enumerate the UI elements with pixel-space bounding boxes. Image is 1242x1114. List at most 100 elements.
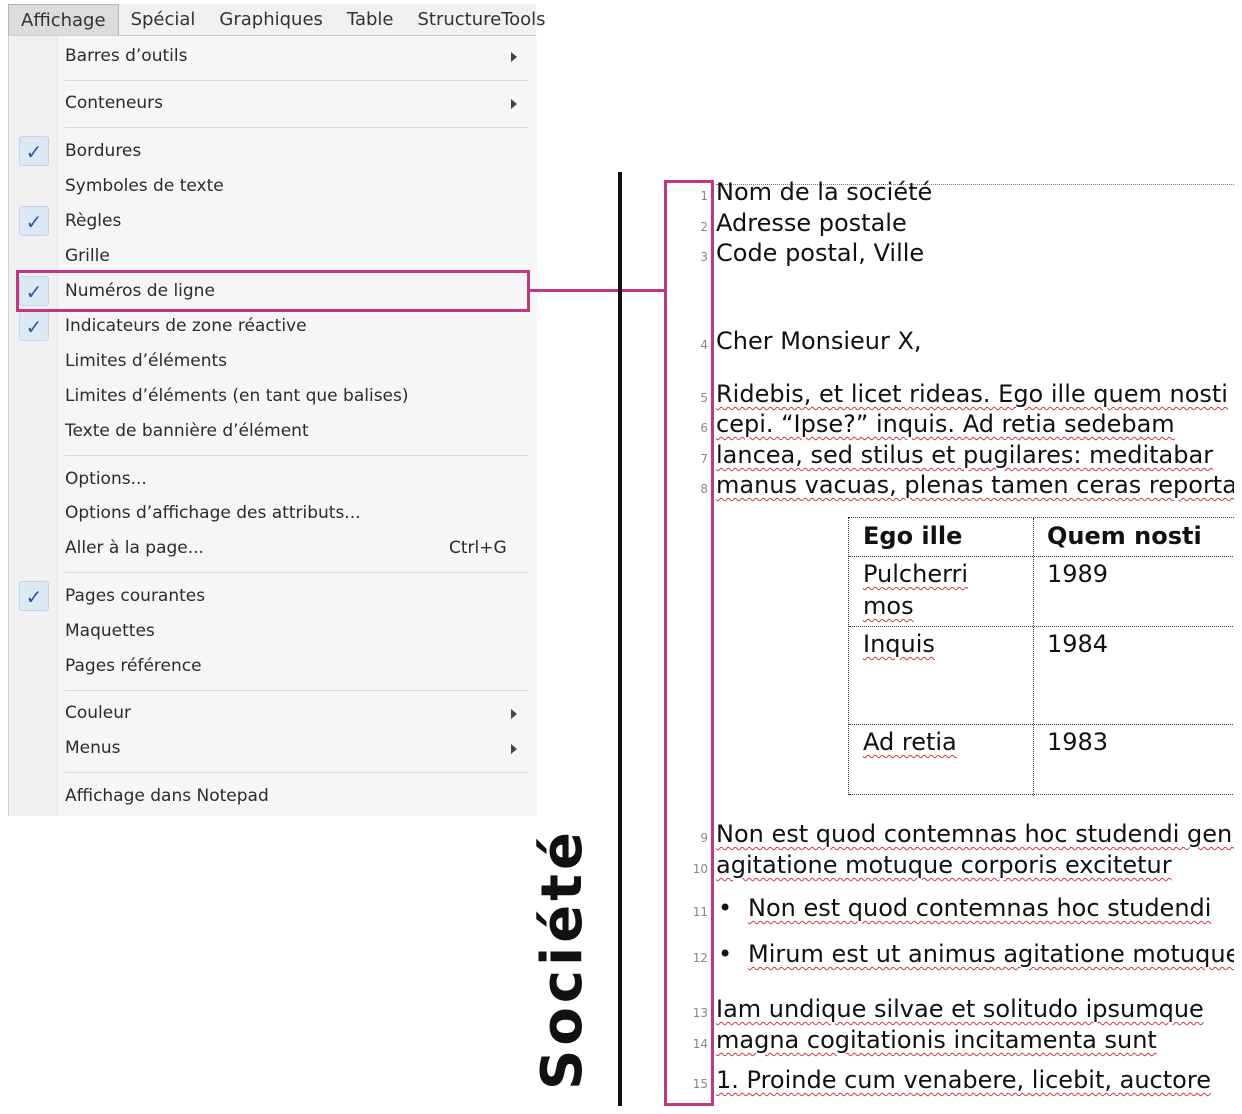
- menu-item-options-attributs[interactable]: Options d’affichage des attributs...: [9, 497, 537, 530]
- menu-item-maquettes[interactable]: Maquettes: [9, 615, 537, 648]
- menu-item-label: Aller à la page...: [65, 538, 204, 558]
- table-cell: mos: [863, 592, 914, 620]
- menu-table[interactable]: Table: [335, 4, 406, 35]
- menu-item-shortcut: Ctrl+G: [449, 538, 507, 558]
- table-cell: Pulcherri: [863, 560, 969, 588]
- bullet-icon: •: [718, 894, 733, 922]
- table-header-cell: Ego ille: [863, 522, 963, 550]
- menu-item-label: Options...: [65, 469, 147, 489]
- document-page[interactable]: 1 2 3 4 5 6 7 8 9 10 11 12 13 14 15 Nom …: [660, 172, 1234, 1114]
- callout-connector-line: [530, 289, 664, 292]
- numbered-item: 1. Proinde cum venabere, licebit, auctor…: [716, 1066, 1211, 1094]
- menu-item-bordures[interactable]: ✓ Bordures: [9, 135, 537, 168]
- menu-structuretools[interactable]: StructureTools: [405, 4, 557, 35]
- line-number: 7: [700, 452, 708, 466]
- line-number: 15: [692, 1077, 708, 1091]
- menu-item-aller-a-la-page[interactable]: Aller à la page... Ctrl+G: [9, 532, 537, 565]
- table-row-divider: [849, 556, 1234, 557]
- document-table[interactable]: Ego ille Quem nosti Pulcherri mos 1989 I…: [848, 517, 1234, 796]
- menu-item-texte-banniere[interactable]: Texte de bannière d’élément: [9, 415, 537, 448]
- menu-item-label: Pages référence: [65, 656, 202, 676]
- menu-item-label: Bordures: [65, 141, 142, 161]
- menu-item-couleur[interactable]: Couleur: [9, 697, 537, 730]
- submenu-arrow-icon: [511, 744, 517, 754]
- table-header-cell: Quem nosti: [1047, 522, 1202, 550]
- menu-item-label: Limites d’éléments: [65, 351, 228, 371]
- line-number: 8: [700, 482, 708, 496]
- menu-item-label: Options d’affichage des attributs...: [65, 503, 361, 523]
- menu-item-label: Conteneurs: [65, 93, 164, 113]
- table-cell-text: Ad retia: [863, 728, 957, 756]
- menu-item-label: Affichage dans Notepad: [65, 786, 269, 806]
- paragraph-line: Non est quod contemnas hoc studendi genu…: [716, 820, 1234, 848]
- vertical-divider: [618, 172, 622, 1106]
- table-column-divider: [1033, 518, 1034, 796]
- line-number: 13: [692, 1006, 708, 1020]
- paragraph-line: lancea, sed stilus et pugilares: meditab…: [716, 441, 1214, 469]
- salutation: Cher Monsieur X,: [716, 327, 922, 355]
- menu-affichage[interactable]: Affichage: [8, 4, 119, 35]
- table-row-divider: [849, 724, 1234, 725]
- line-number: 1: [700, 189, 708, 203]
- menu-item-regles[interactable]: ✓ Règles: [9, 205, 537, 238]
- menu-item-label: Règles: [65, 211, 122, 231]
- menu-item-barres-outils[interactable]: Barres d’outils: [9, 40, 537, 73]
- menu-item-conteneurs[interactable]: Conteneurs: [9, 87, 537, 120]
- line-number: 11: [692, 905, 708, 919]
- menu-item-pages-reference[interactable]: Pages référence: [9, 650, 537, 683]
- postal-code-city: Code postal, Ville: [716, 239, 925, 267]
- paragraph-line: cepi. “Ipse?” inquis. Ad retia sedebam: [716, 410, 1175, 438]
- table-row-divider: [849, 626, 1234, 627]
- menu-separator: [65, 772, 529, 773]
- menu-special[interactable]: Spécial: [119, 4, 208, 35]
- line-number: 12: [692, 951, 708, 965]
- menu-item-label: Grille: [65, 246, 110, 266]
- paragraph-line: agitatione motuque corporis excitetur: [716, 851, 1172, 879]
- menu-item-grille[interactable]: Grille: [9, 240, 537, 273]
- highlight-box: [16, 270, 530, 312]
- menu-item-label: Couleur: [65, 703, 131, 723]
- menu-item-menus[interactable]: Menus: [9, 732, 537, 765]
- line-number: 5: [700, 391, 708, 405]
- company-name: Nom de la société: [716, 178, 933, 206]
- menu-separator: [65, 690, 529, 691]
- paragraph-line: Iam undique silvae et solitudo ipsumque: [716, 995, 1204, 1023]
- table-cell: 1984: [1047, 630, 1109, 658]
- menu-item-label: Limites d’éléments (en tant que balises): [65, 386, 409, 406]
- menu-separator: [65, 127, 529, 128]
- submenu-arrow-icon: [511, 709, 517, 719]
- bullet-icon: •: [718, 940, 733, 968]
- menu-item-limites-elements-balises[interactable]: Limites d’éléments (en tant que balises): [9, 380, 537, 413]
- menu-item-label: Pages courantes: [65, 586, 206, 606]
- menu-item-pages-courantes[interactable]: ✓ Pages courantes: [9, 580, 537, 613]
- table-row-divider: [849, 794, 1234, 795]
- affichage-dropdown: Barres d’outils Conteneurs ✓ Bordures Sy…: [8, 36, 537, 816]
- menu-item-limites-elements[interactable]: Limites d’éléments: [9, 345, 537, 378]
- line-number-highlight-box: [664, 180, 714, 1106]
- line-number: 2: [700, 220, 708, 234]
- paragraph-line: manus vacuas, plenas tamen ceras reporta…: [716, 471, 1234, 499]
- submenu-arrow-icon: [511, 52, 517, 62]
- checkmark-icon: ✓: [19, 206, 49, 236]
- menu-separator: [65, 572, 529, 573]
- menu-item-affichage-notepad[interactable]: Affichage dans Notepad: [9, 780, 537, 813]
- line-number: 9: [700, 831, 708, 845]
- table-cell: 1983: [1047, 728, 1109, 756]
- menu-item-label: Menus: [65, 738, 121, 758]
- menu-graphiques[interactable]: Graphiques: [207, 4, 335, 35]
- checkmark-icon: ✓: [19, 581, 49, 611]
- menu-item-label: Indicateurs de zone réactive: [65, 316, 307, 336]
- checkmark-icon: ✓: [19, 311, 49, 341]
- bullet-item: Mirum est ut animus agitatione motuque: [748, 940, 1234, 968]
- menu-item-symboles-de-texte[interactable]: Symboles de texte: [9, 170, 537, 203]
- menu-separator: [65, 80, 529, 81]
- line-number: 6: [700, 421, 708, 435]
- table-cell: Ad retia: [863, 728, 957, 756]
- menu-item-label: Maquettes: [65, 621, 155, 641]
- postal-address: Adresse postale: [716, 209, 907, 237]
- line-number: 10: [692, 862, 708, 876]
- line-number: 14: [692, 1037, 708, 1051]
- menu-item-indicateurs-zone-reactive[interactable]: ✓ Indicateurs de zone réactive: [9, 310, 537, 343]
- menu-item-options[interactable]: Options...: [9, 463, 537, 496]
- bullet-item: Non est quod contemnas hoc studendi: [748, 894, 1212, 922]
